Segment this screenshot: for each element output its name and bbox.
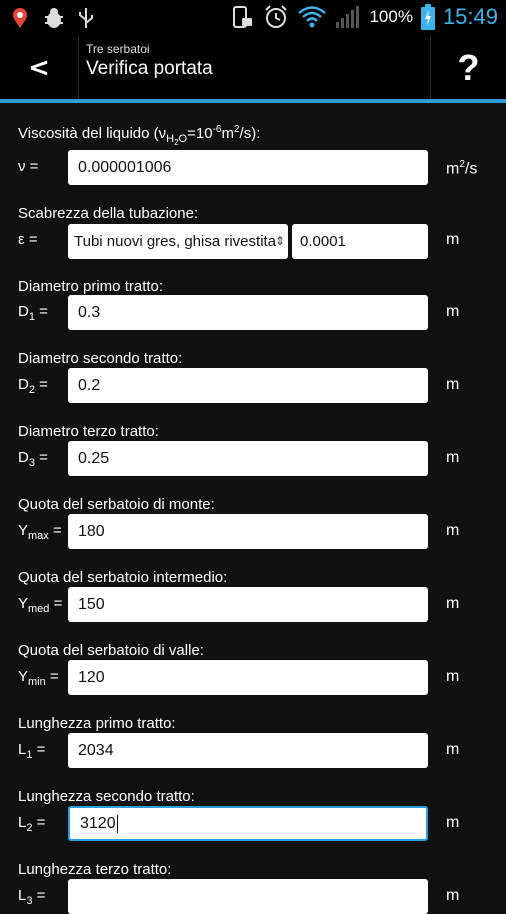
action-bar-accent-line: [0, 99, 506, 103]
status-bar: 100% 15:49: [0, 0, 506, 36]
d1-symbol: D1 =: [18, 303, 48, 323]
ymin-input[interactable]: 120: [68, 660, 428, 695]
l1-input[interactable]: 2034: [68, 733, 428, 768]
l2-symbol: L2 =: [18, 814, 46, 834]
d3-input[interactable]: 0.25: [68, 441, 428, 476]
battery-charging-icon: [420, 4, 435, 30]
signal-icon: [336, 6, 360, 28]
l2-label: Lunghezza secondo tratto:: [18, 788, 195, 805]
help-button[interactable]: ?: [431, 36, 506, 100]
l1-unit: m: [446, 741, 460, 758]
ymed-label: Quota del serbatoio intermedio:: [18, 569, 228, 586]
l2-unit: m: [446, 814, 460, 831]
l1-symbol: L1 =: [18, 741, 46, 761]
l3-symbol: L3 =: [18, 887, 46, 907]
debug-bug-icon: [45, 8, 63, 28]
screen-title: Verifica portata: [86, 58, 213, 79]
d2-symbol: D2 =: [18, 376, 48, 396]
l3-label: Lunghezza terzo tratto:: [18, 861, 172, 878]
viscosity-label: Viscosità del liquido (νH2O=10-6m2/s):: [18, 124, 261, 148]
ymax-unit: m: [446, 522, 460, 539]
l2-input[interactable]: 3120: [68, 806, 428, 841]
roughness-symbol: ε =: [18, 231, 38, 248]
viscosity-symbol: ν =: [18, 158, 39, 175]
roughness-label: Scabrezza della tubazione:: [18, 205, 199, 222]
l3-unit: m: [446, 887, 460, 904]
alarm-icon: [265, 5, 288, 28]
wifi-icon: [298, 6, 327, 28]
l2-input-value: 3120: [80, 815, 116, 832]
roughness-input[interactable]: 0.0001: [292, 224, 428, 259]
d2-label: Diametro secondo tratto:: [18, 350, 183, 367]
back-button[interactable]: <: [0, 36, 78, 100]
l1-label: Lunghezza primo tratto:: [18, 715, 176, 732]
d1-unit: m: [446, 303, 460, 320]
ymin-label: Quota del serbatoio di valle:: [18, 642, 204, 659]
ymax-symbol: Ymax =: [18, 522, 62, 542]
rotation-lock-icon: [233, 6, 253, 28]
roughness-unit: m: [446, 231, 460, 248]
select-arrows-icon: ⇕: [274, 234, 285, 248]
roughness-selected-value: Tubi nuovi gres, ghisa rivestita: [74, 233, 277, 250]
action-bar: < Tre serbatoi Verifica portata ?: [0, 36, 506, 100]
d3-symbol: D3 =: [18, 449, 48, 469]
battery-percent: 100%: [369, 7, 413, 26]
d1-label: Diametro primo tratto:: [18, 278, 164, 295]
d2-unit: m: [446, 376, 460, 393]
viscosity-input[interactable]: 0.000001006: [68, 150, 428, 185]
ymed-unit: m: [446, 595, 460, 612]
ymax-label: Quota del serbatoio di monte:: [18, 496, 215, 513]
ymed-symbol: Ymed =: [18, 595, 63, 615]
d3-label: Diametro terzo tratto:: [18, 423, 159, 440]
d3-unit: m: [446, 449, 460, 466]
text-cursor: [116, 814, 118, 833]
d1-input[interactable]: 0.3: [68, 295, 428, 330]
screen-subtitle: Tre serbatoi: [86, 42, 150, 56]
l3-input[interactable]: [68, 879, 428, 914]
map-pin-icon: [13, 8, 27, 28]
clock: 15:49: [442, 4, 498, 29]
ymin-symbol: Ymin =: [18, 668, 59, 688]
roughness-select[interactable]: Tubi nuovi gres, ghisa rivestita ⇕: [68, 224, 288, 259]
ymin-unit: m: [446, 668, 460, 685]
ymed-input[interactable]: 150: [68, 587, 428, 622]
viscosity-unit: m2/s: [446, 159, 478, 178]
ymax-input[interactable]: 180: [68, 514, 428, 549]
d2-input[interactable]: 0.2: [68, 368, 428, 403]
usb-icon: [79, 8, 93, 28]
divider: [78, 36, 79, 100]
